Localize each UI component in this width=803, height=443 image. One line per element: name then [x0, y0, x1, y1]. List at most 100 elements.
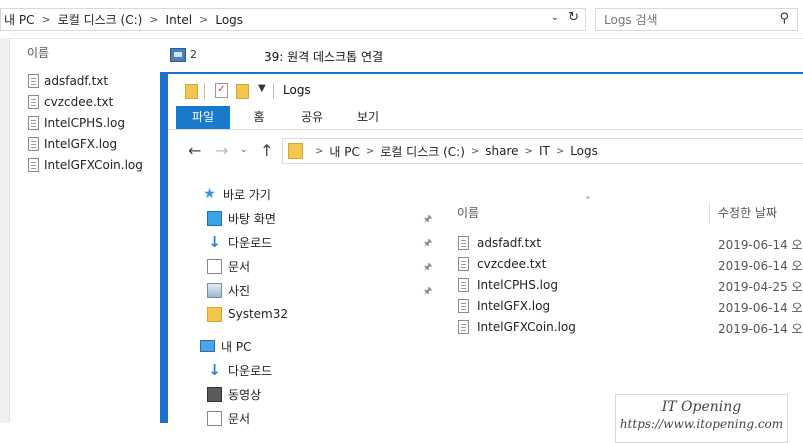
chevron-down-icon[interactable]: ⌄ [551, 12, 559, 23]
list-item[interactable]: IntelCPHS.log [28, 112, 143, 133]
quick-access-toolbar: ✓ ▼ Logs [168, 74, 803, 106]
outer-breadcrumb[interactable]: 내 PC > 로컬 디스크 (C:) > Intel > Logs ⌄ ↻ [0, 8, 586, 31]
star-icon: ★ [203, 185, 216, 202]
text-file-icon [458, 277, 469, 292]
crumb-share[interactable]: share [485, 144, 518, 158]
table-row[interactable]: IntelGFXCoin.log [458, 316, 576, 337]
table-row[interactable]: IntelGFX.log [458, 295, 550, 316]
crumb-logs[interactable]: Logs [570, 144, 598, 158]
remote-explorer: ✓ ▼ Logs 파일 홈 공유 보기 ← → ⌄ ↑ > 내 PC > 로컬 … [168, 74, 803, 443]
tree-label: 다운로드 [228, 235, 273, 250]
list-item[interactable]: cvzcdee.txt [28, 91, 143, 112]
list-item[interactable]: IntelGFX.log [28, 133, 143, 154]
text-file-icon [458, 235, 469, 250]
column-divider[interactable] [709, 202, 710, 224]
new-folder-icon[interactable] [236, 84, 249, 99]
chevron-right-icon: > [41, 13, 51, 26]
tree-item-documents[interactable]: 문서 [207, 254, 250, 278]
pin-icon[interactable]: 🖈 [423, 260, 432, 277]
crumb-drive[interactable]: 로컬 디스크 (C:) [380, 143, 465, 160]
pin-icon[interactable]: 🖈 [423, 212, 432, 229]
breadcrumb[interactable]: > 내 PC > 로컬 디스크 (C:) > share > IT > Logs [282, 138, 803, 164]
customize-toolbar-icon[interactable]: ▼ [258, 83, 266, 94]
text-file-icon [28, 136, 39, 151]
computer-icon [200, 340, 215, 352]
outer-crumb-pc[interactable]: 내 PC [1, 11, 37, 28]
text-file-icon [458, 319, 469, 334]
chevron-right-icon: > [149, 13, 159, 26]
table-row[interactable]: cvzcdee.txt [458, 253, 546, 274]
tree-item-this-pc[interactable]: 내 PC [200, 334, 251, 358]
crumb-it[interactable]: IT [539, 144, 550, 158]
file-name: adsfadf.txt [44, 73, 109, 88]
divider [204, 83, 205, 99]
folder-icon [207, 306, 222, 322]
tree-item-pictures[interactable]: 사진 [207, 278, 250, 302]
search-icon[interactable]: ⚲ [779, 11, 789, 26]
list-item[interactable]: adsfadf.txt [28, 70, 143, 91]
file-date: 2019-06-14 오후 [718, 238, 803, 252]
tree-item-quick-access[interactable]: ★ 바로 가기 [202, 182, 271, 206]
text-file-icon [28, 73, 39, 88]
tab-home[interactable]: 홈 [234, 106, 284, 129]
file-name: adsfadf.txt [477, 235, 542, 250]
video-icon [207, 386, 222, 402]
outer-search-input[interactable]: Logs 검색 ⚲ [595, 8, 798, 31]
chevron-right-icon: > [524, 145, 533, 157]
tree-item-system32[interactable]: System32 [207, 302, 288, 326]
table-row[interactable]: adsfadf.txt [458, 232, 541, 253]
file-date: 2019-06-14 오후 [718, 301, 803, 315]
outer-crumb-logs[interactable]: Logs [212, 13, 246, 27]
tree-item-videos[interactable]: 동영상 [207, 382, 261, 406]
chevron-right-icon: > [470, 145, 480, 157]
tree-item-desktop[interactable]: 바탕 화면 [207, 206, 276, 230]
document-icon [207, 258, 222, 274]
remote-desktop-window: 2 39: 원격 데스크톱 연결 ✓ ▼ Logs 파일 홈 공유 보기 ← →… [160, 40, 803, 443]
table-row[interactable]: IntelCPHS.log [458, 274, 558, 295]
tab-view[interactable]: 보기 [340, 106, 396, 129]
rdp-title: 39: 원격 데스크톱 연결 [264, 50, 384, 64]
tree-item-pc-documents[interactable]: 문서 [207, 406, 250, 430]
crumb-pc[interactable]: 내 PC [329, 143, 359, 160]
text-file-icon [28, 94, 39, 109]
column-header-name[interactable]: 이름 [457, 204, 479, 221]
outer-column-header-name[interactable]: 이름 [27, 44, 49, 61]
download-arrow-icon: ↓ [208, 360, 221, 379]
outer-file-list: adsfadf.txt cvzcdee.txt IntelCPHS.log In… [28, 70, 143, 175]
pin-icon[interactable]: 🖈 [423, 284, 432, 301]
file-name: IntelGFXCoin.log [44, 157, 143, 172]
outer-nav-pane-edge [0, 38, 10, 423]
tree-item-pc-downloads[interactable]: ↓ 다운로드 [207, 358, 272, 382]
navigation-bar: ← → ⌄ ↑ > 내 PC > 로컬 디스크 (C:) > share > I… [168, 136, 803, 166]
up-arrow-icon[interactable]: ↑ [260, 141, 273, 160]
tree-label: 바탕 화면 [228, 211, 276, 226]
file-date: 2019-06-14 오후 [718, 322, 803, 336]
download-arrow-icon: ↓ [208, 232, 221, 251]
properties-icon[interactable]: ✓ [215, 83, 228, 98]
forward-arrow-icon[interactable]: → [215, 141, 228, 160]
tab-file[interactable]: 파일 [176, 106, 230, 129]
rdp-title-bar[interactable]: 2 39: 원격 데스크톱 연결 [160, 40, 803, 72]
outer-address-bar: 내 PC > 로컬 디스크 (C:) > Intel > Logs ⌄ ↻ Lo… [0, 0, 803, 39]
list-item[interactable]: IntelGFXCoin.log [28, 154, 143, 175]
back-arrow-icon[interactable]: ← [188, 141, 201, 160]
file-name: cvzcdee.txt [477, 256, 547, 271]
watermark-title: IT Opening [661, 399, 742, 415]
outer-crumb-drive[interactable]: 로컬 디스크 (C:) [55, 11, 146, 28]
file-name: IntelCPHS.log [477, 277, 558, 292]
recent-locations-icon[interactable]: ⌄ [240, 145, 248, 155]
file-name: IntelGFX.log [477, 298, 551, 313]
folder-icon[interactable] [185, 84, 198, 99]
file-name: IntelCPHS.log [44, 115, 125, 130]
column-header-modified[interactable]: 수정한 날짜 [718, 204, 777, 221]
refresh-icon[interactable]: ↻ [568, 10, 579, 25]
tree-label: 사진 [228, 283, 251, 298]
tree-item-downloads[interactable]: ↓ 다운로드 [207, 230, 272, 254]
pin-icon[interactable]: 🖈 [423, 236, 432, 253]
tab-share[interactable]: 공유 [284, 106, 340, 129]
outer-crumb-intel[interactable]: Intel [163, 13, 196, 27]
tree-label: System32 [228, 307, 289, 321]
document-icon [207, 410, 222, 426]
remote-desktop-icon[interactable] [170, 48, 186, 62]
window-title: Logs [283, 83, 311, 97]
